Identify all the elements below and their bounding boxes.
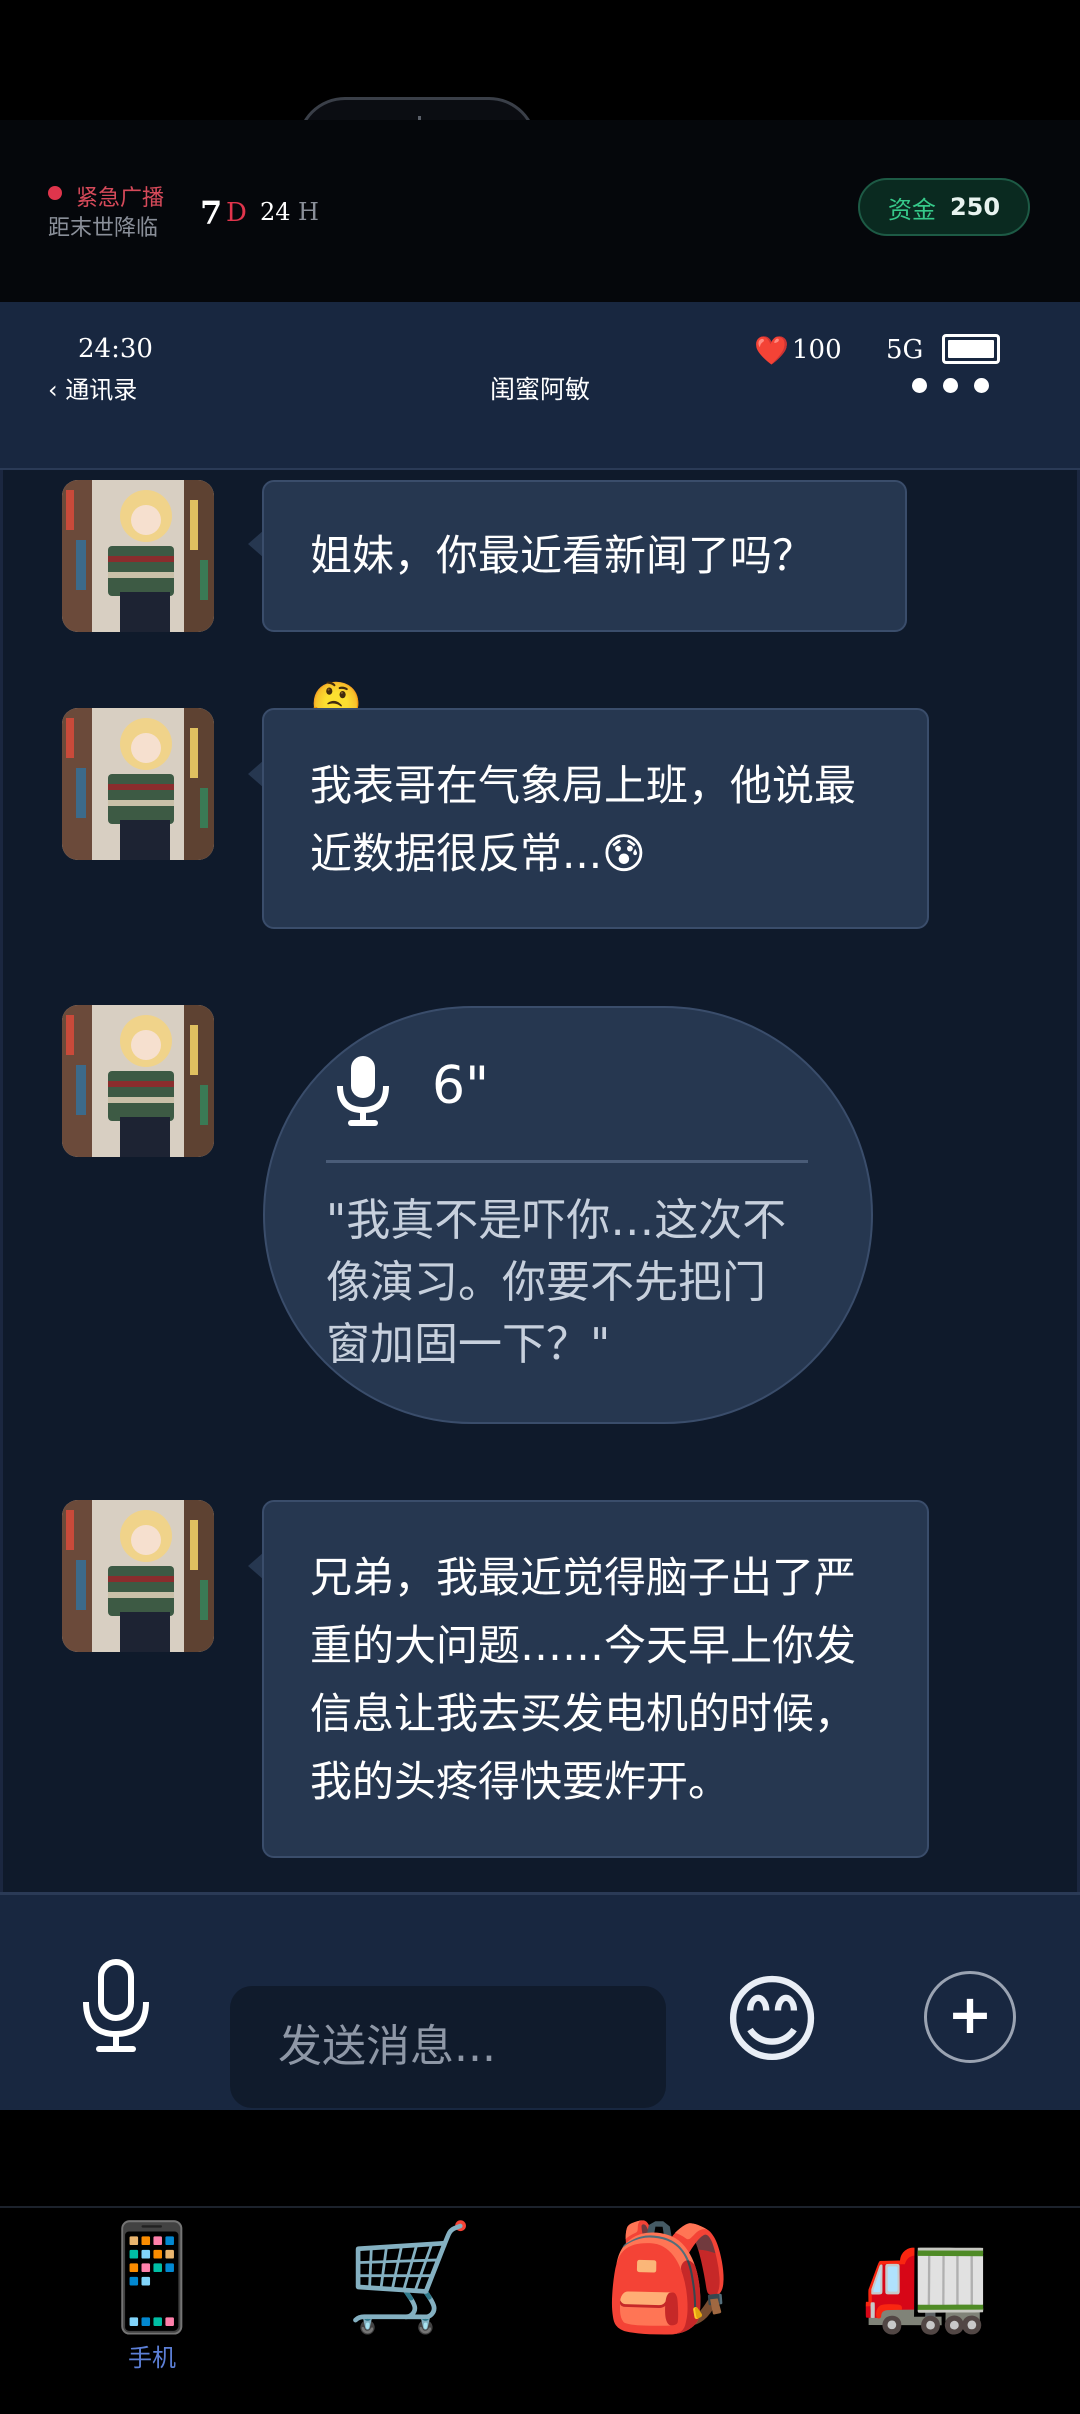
funds-label: 资金 (887, 195, 936, 224)
transcript-line: "我真不是吓你…这次不 (326, 1195, 787, 1246)
emoji-button[interactable]: 😊 (722, 1970, 822, 2070)
shopping-cart-icon: 🛒 (345, 2216, 475, 2338)
hours-value: 24 (260, 198, 291, 226)
message-line: 近数据很反常...😰 (310, 829, 646, 878)
nav-divider (0, 2206, 1080, 2208)
nav-truck[interactable]: 🚛 (846, 2222, 1006, 2332)
countdown-label: 距末世降临 (48, 216, 159, 241)
voice-input-button[interactable] (78, 1958, 154, 2062)
message-line: 我的头疼得快要炸开。 (310, 1757, 731, 1806)
more-options-icon[interactable] (912, 378, 989, 393)
voice-duration: 6" (432, 1056, 490, 1116)
microphone-icon (83, 1959, 149, 2052)
message-bubble[interactable]: 兄弟，我最近觉得脑子出了严 重的大问题……今天早上你发 信息让我去买发电机的时候… (262, 1500, 929, 1858)
clock: 24:30 (78, 334, 153, 364)
top-strip (0, 0, 1080, 120)
message-bubble[interactable]: 姐妹，你最近看新闻了吗？🤔 (262, 480, 907, 728)
hours-unit: H (298, 198, 319, 226)
message-bubble[interactable]: 我表哥在气象局上班，他说最 近数据很反常...😰 (262, 708, 929, 929)
contact-avatar[interactable] (62, 1500, 214, 1652)
days-value: 7 (200, 194, 223, 232)
health-value: 100 (792, 335, 842, 365)
transcript-line: 窗加固一下？" (326, 1319, 611, 1370)
nav-backpack[interactable]: 🎒 (588, 2222, 748, 2332)
phone-icon: 📱 (87, 2216, 217, 2338)
contact-avatar[interactable] (62, 708, 214, 860)
transcript-line: 像演习。你要不先把门 (326, 1257, 766, 1308)
emergency-broadcast-label[interactable]: 紧急广播 (76, 180, 164, 212)
network-label: 5G (886, 335, 924, 365)
funds-value: 250 (949, 193, 1001, 221)
days-unit: D (226, 198, 247, 228)
voice-divider (326, 1160, 808, 1163)
battery-icon (942, 334, 1000, 364)
message-line: 信息让我去买发电机的时候， (310, 1689, 857, 1738)
nav-shop[interactable]: 🛒 (330, 2222, 490, 2332)
message-input[interactable]: 发送消息... (230, 1986, 666, 2108)
nav-phone[interactable]: 📱 手机 (72, 2222, 232, 2373)
contact-avatar[interactable] (62, 1005, 214, 1157)
plus-button[interactable]: + (924, 1971, 1016, 2063)
message-line: 我表哥在气象局上班，他说最 (310, 761, 857, 810)
microphone-icon (334, 1054, 392, 1132)
message-line: 重的大问题……今天早上你发 (310, 1621, 857, 1670)
truck-icon: 🚛 (861, 2216, 991, 2338)
contact-avatar[interactable] (62, 480, 214, 632)
voice-transcript: "我真不是吓你…这次不 像演习。你要不先把门 窗加固一下？" (326, 1190, 846, 1376)
funds-badge[interactable]: 资金 250 (858, 178, 1030, 236)
alert-dot-icon (48, 186, 62, 200)
plus-icon: + (947, 1983, 993, 2046)
backpack-icon: 🎒 (603, 2216, 733, 2338)
nav-phone-label: 手机 (128, 2344, 176, 2372)
message-line: 兄弟，我最近觉得脑子出了严 (310, 1553, 857, 1602)
heart-icon: ❤️ (754, 334, 789, 367)
